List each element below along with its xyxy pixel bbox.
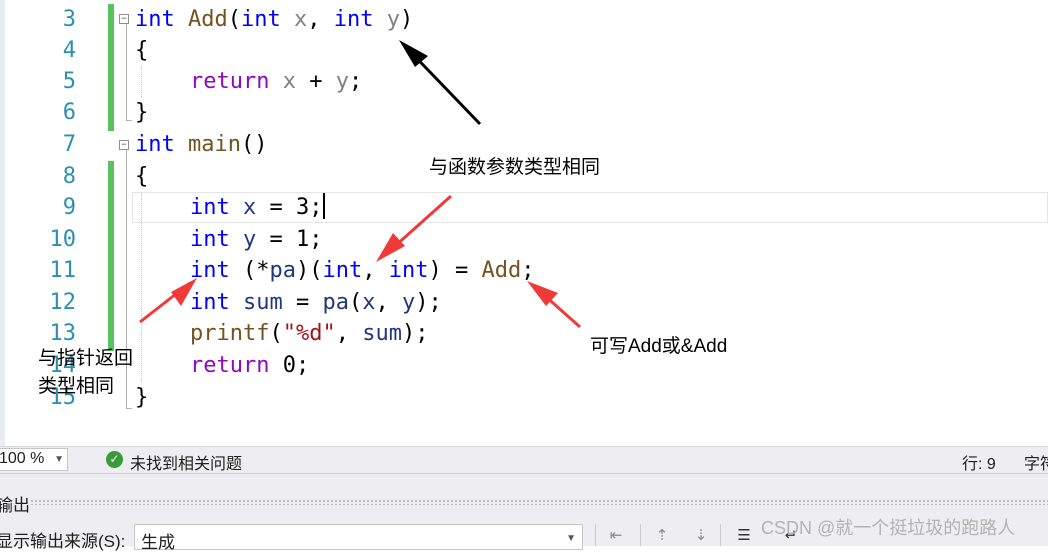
return-type-annotation-line1: 与指针返回	[38, 348, 134, 369]
red-arrow-head	[171, 278, 197, 306]
toolbar-separator	[595, 524, 596, 546]
output-source-value: 生成	[141, 533, 175, 552]
add-annotation: 可写Add或&Add	[590, 336, 728, 357]
char-indicator: 字符	[1024, 456, 1048, 473]
chevron-down-icon: ▼	[54, 454, 64, 465]
toolbar-separator	[720, 524, 721, 546]
return-type-annotation-line2: 类型相同	[38, 376, 115, 397]
issues-status[interactable]: 未找到相关问题	[130, 450, 242, 474]
annotation-arrows	[139, 40, 581, 329]
zoom-dropdown[interactable]: 100 % ▼	[0, 448, 68, 471]
code-editor[interactable]: 3 4 5 6 7 8 9 10 11 12 13 14 15 − − int …	[0, 0, 1048, 446]
black-arrow-head	[399, 40, 428, 67]
panel-drag-grip[interactable]	[30, 499, 1048, 505]
red-arrow-head	[376, 233, 405, 262]
toolbar-separator	[640, 524, 641, 546]
zoom-value: 100 %	[0, 450, 45, 467]
output-source-label: 显示输出来源(S):	[0, 532, 126, 551]
check-circle-icon[interactable]: ✓	[106, 451, 123, 468]
output-source-select[interactable]: 生成 ▼	[134, 524, 583, 552]
row-indicator: 行: 9	[962, 456, 996, 473]
editor-status-bar: 100 % ▼ ✓ 未找到相关问题 行: 9 字符	[0, 446, 1048, 473]
goto-previous-message-icon[interactable]: ⇤	[605, 526, 627, 546]
chevron-down-icon: ▼	[566, 533, 576, 544]
clear-all-icon[interactable]: ☰	[733, 526, 755, 546]
output-panel-title: 输出	[0, 496, 30, 515]
find-previous-message-icon[interactable]: ⇡	[651, 526, 673, 546]
param-type-annotation: 与函数参数类型相同	[429, 157, 601, 178]
find-next-message-icon[interactable]: ⇣	[690, 526, 712, 546]
watermark: CSDN @就一个挺垃圾的跑路人	[761, 518, 1016, 538]
